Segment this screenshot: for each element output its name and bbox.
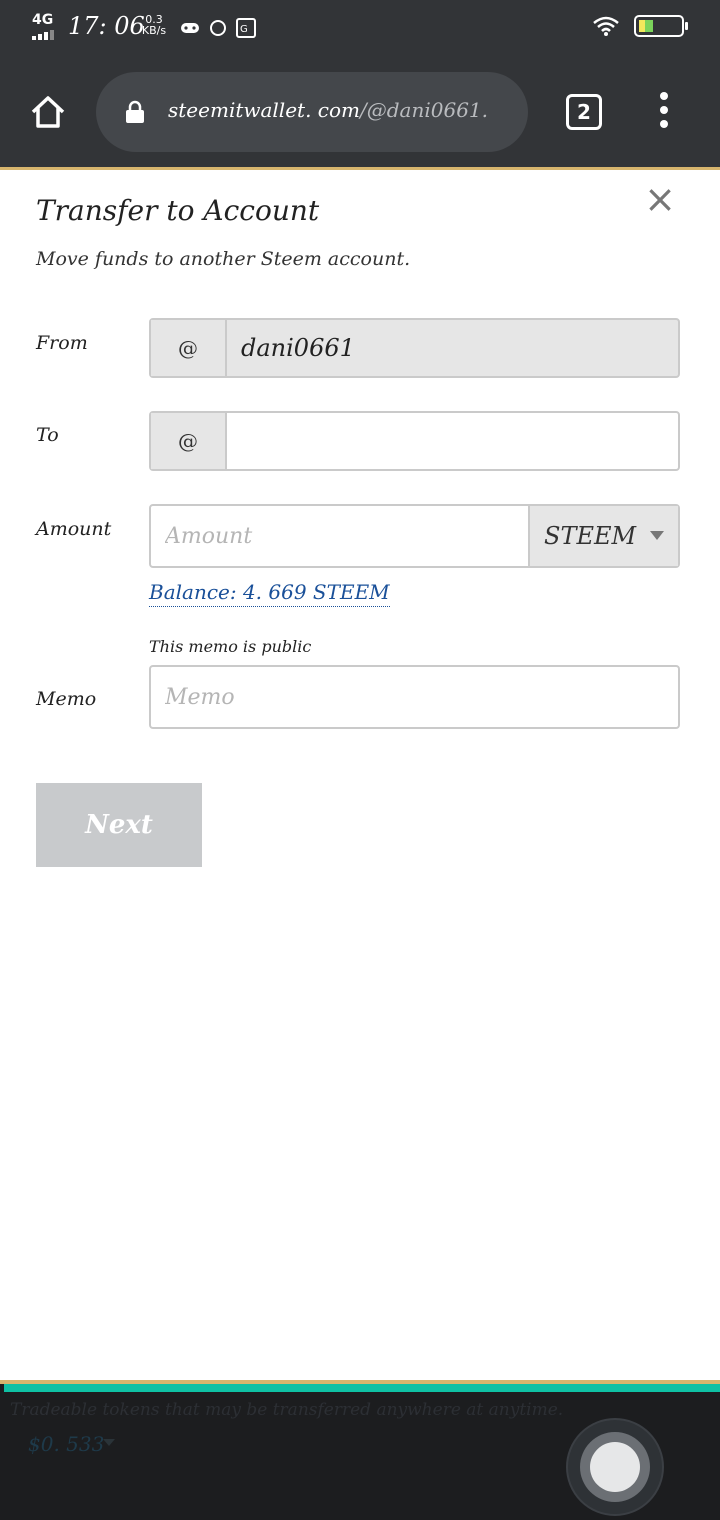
memo-input[interactable] <box>151 667 678 727</box>
browser-toolbar: steemitwallet. com/@dani0661. 2 <box>0 56 720 168</box>
signal-indicator: 4G <box>30 12 54 40</box>
network-speed: 0.3 KB/s <box>137 14 171 40</box>
more-menu-button[interactable] <box>652 92 676 132</box>
transfer-modal: Transfer to Account × Move funds to anot… <box>0 170 720 1380</box>
amount-field: STEEM <box>149 504 680 568</box>
memo-label: Memo <box>36 688 97 710</box>
home-icon <box>31 96 65 128</box>
background-balance: $0. 533 <box>28 1432 105 1456</box>
accent-bar <box>4 1384 720 1392</box>
network-speed-unit: KB/s <box>141 24 167 37</box>
from-field: @ dani0661 <box>149 318 680 378</box>
url-host: steemitwallet. com <box>168 98 361 122</box>
dot-icon <box>660 92 668 100</box>
dot-icon <box>660 106 668 114</box>
dot-icon <box>660 120 668 128</box>
wifi-icon <box>592 15 620 41</box>
home-button[interactable] <box>30 94 66 130</box>
address-bar[interactable]: steemitwallet. com/@dani0661. <box>96 72 528 152</box>
memo-public-note: This memo is public <box>149 637 312 656</box>
url-text[interactable]: steemitwallet. com/@dani0661. <box>168 98 508 128</box>
notification-icons: G <box>180 18 256 38</box>
from-value: dani0661 <box>241 334 355 362</box>
tab-switcher-button[interactable]: 2 <box>566 94 602 130</box>
status-right-icons <box>592 14 690 42</box>
gamepad-icon <box>180 18 200 38</box>
to-at-prefix: @ <box>151 413 227 469</box>
amount-label: Amount <box>36 518 112 540</box>
modal-subtitle: Move funds to another Steem account. <box>36 248 411 270</box>
battery-icon <box>634 14 690 42</box>
status-time: 17: 06 <box>68 12 145 40</box>
network-type: 4G <box>32 12 54 28</box>
assistive-core-icon <box>590 1442 640 1492</box>
from-at-prefix: @ <box>151 320 227 376</box>
tradeable-description: Tradeable tokens that may be transferred… <box>10 1400 564 1420</box>
status-bar: 4G 17: 06 0.3 KB/s G <box>0 0 720 56</box>
translate-icon: G <box>236 18 256 38</box>
chevron-down-icon <box>103 1439 115 1446</box>
close-button[interactable]: × <box>644 180 676 218</box>
amount-input[interactable] <box>151 506 528 566</box>
svg-text:G: G <box>240 24 248 35</box>
url-path: /@dani0661. <box>360 98 489 122</box>
chevron-down-icon <box>650 531 664 540</box>
asset-select[interactable]: STEEM <box>528 506 678 566</box>
memo-field <box>149 665 680 729</box>
from-label: From <box>36 332 88 354</box>
circle-notification-icon <box>208 18 228 38</box>
to-label: To <box>36 424 59 446</box>
balance-link[interactable]: Balance: 4. 669 STEEM <box>149 580 390 607</box>
background-page: Tradeable tokens that may be transferred… <box>0 1380 720 1520</box>
next-button[interactable]: Next <box>36 783 202 867</box>
assistive-touch-button[interactable] <box>566 1418 664 1516</box>
to-field: @ <box>149 411 680 471</box>
lock-icon <box>124 100 146 124</box>
to-input[interactable] <box>227 413 678 469</box>
asset-selected: STEEM <box>544 522 637 550</box>
signal-bars-icon <box>32 30 54 40</box>
modal-title: Transfer to Account <box>36 194 320 227</box>
